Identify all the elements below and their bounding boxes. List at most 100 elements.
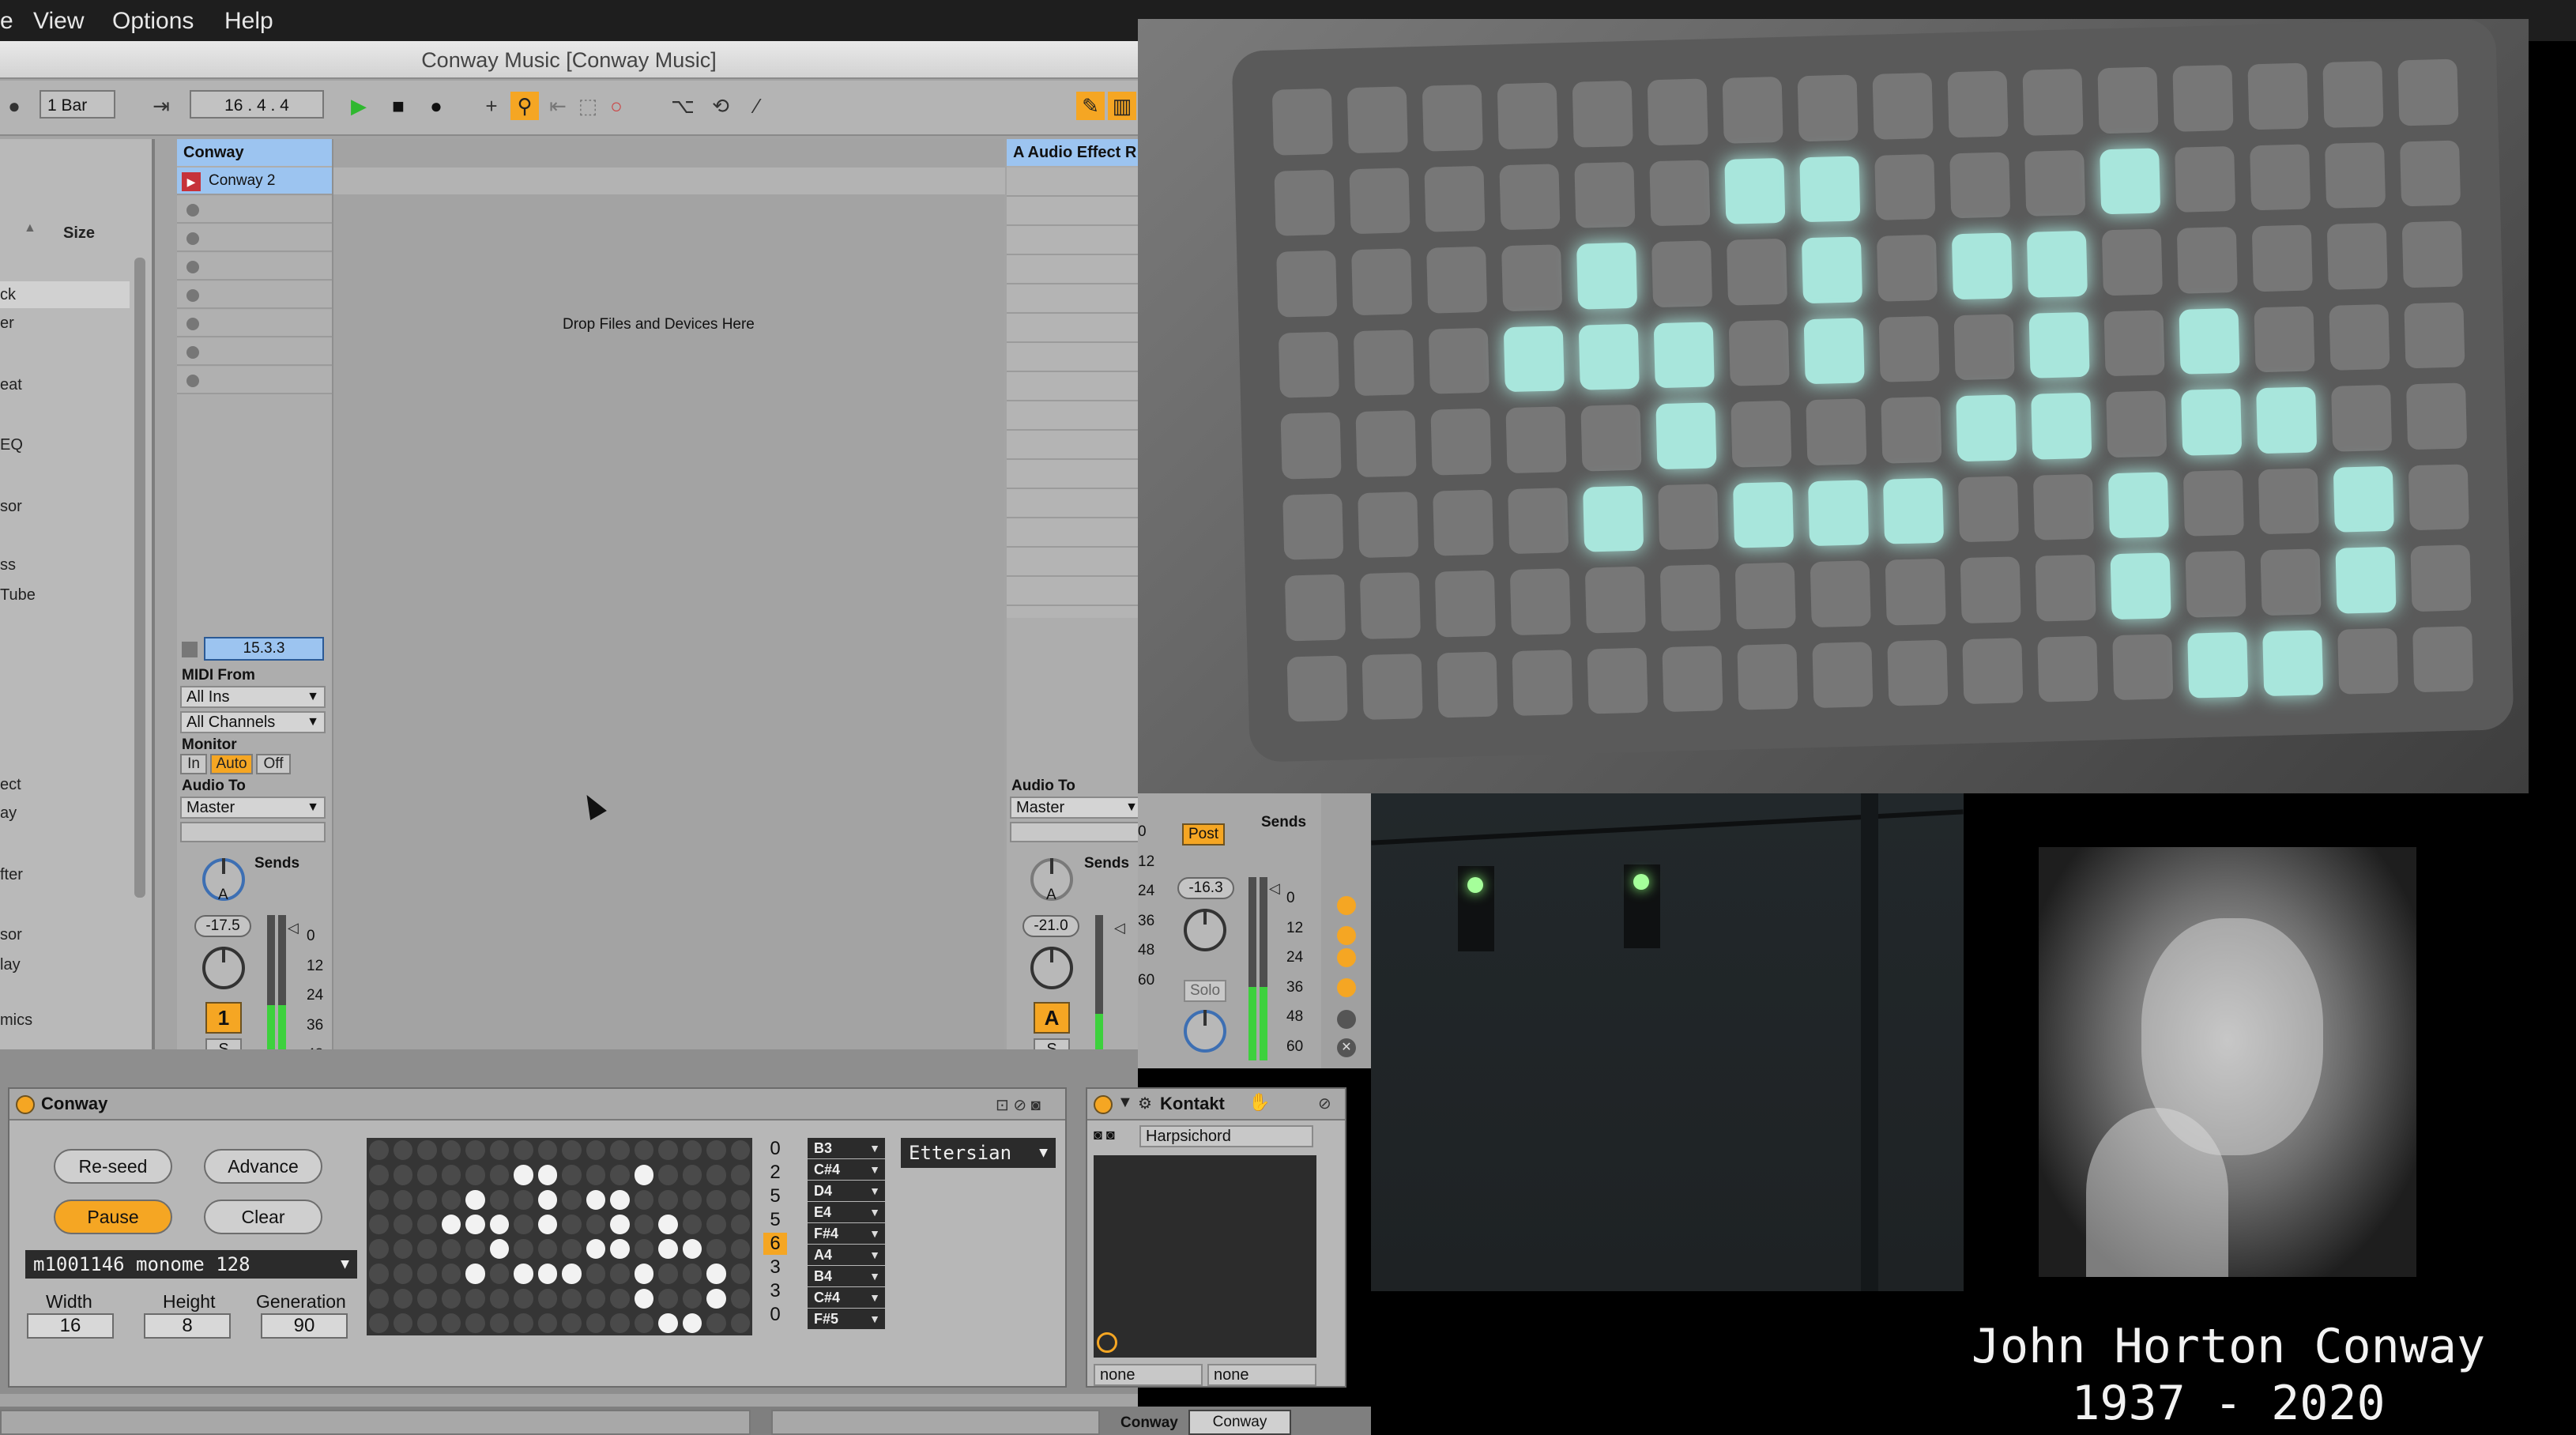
grid-cell[interactable] xyxy=(417,1189,437,1210)
output-select-2[interactable]: none xyxy=(1207,1364,1316,1386)
grid-cell[interactable] xyxy=(562,1189,582,1210)
io-toggle-icon[interactable] xyxy=(1337,896,1356,915)
audio-to-select[interactable]: Master xyxy=(180,797,326,819)
browser-item[interactable]: EQ xyxy=(0,436,23,454)
grid-cell[interactable] xyxy=(417,1264,437,1284)
grid-cell[interactable] xyxy=(706,1214,726,1234)
reseed-button[interactable]: Re-seed xyxy=(54,1149,172,1184)
grid-cell[interactable] xyxy=(417,1239,437,1260)
automation-arm-icon[interactable]: ⚲ xyxy=(510,92,539,120)
grid-cell[interactable] xyxy=(706,1239,726,1260)
clip-slot[interactable] xyxy=(177,253,332,281)
midi-channel-select[interactable]: All Channels xyxy=(180,711,326,733)
device-on-icon[interactable] xyxy=(16,1095,35,1114)
session-record-icon[interactable]: ○ xyxy=(602,92,631,120)
monitor-off[interactable]: Off xyxy=(256,754,291,774)
grid-cell[interactable] xyxy=(489,1140,509,1161)
grid-cell[interactable] xyxy=(658,1214,678,1234)
clip-stop-icon[interactable] xyxy=(186,204,199,217)
grid-cell[interactable] xyxy=(393,1189,412,1210)
width-field[interactable]: 16 xyxy=(27,1313,114,1339)
grid-cell[interactable] xyxy=(706,1189,726,1210)
grid-cell[interactable] xyxy=(441,1313,461,1333)
grid-cell[interactable] xyxy=(465,1140,485,1161)
grid-cell[interactable] xyxy=(369,1140,389,1161)
grid-cell[interactable] xyxy=(369,1165,389,1185)
clip-slot[interactable] xyxy=(177,310,332,337)
close-icon[interactable]: ✕ xyxy=(1337,1038,1356,1057)
grid-cell[interactable] xyxy=(586,1264,605,1284)
browser-item[interactable]: eat xyxy=(0,376,22,394)
sort-arrow-icon[interactable]: ▲ xyxy=(24,221,38,245)
volume-readout[interactable]: -17.5 xyxy=(194,915,251,937)
grid-cell[interactable] xyxy=(658,1288,678,1309)
clip-stop-icon[interactable] xyxy=(186,261,199,273)
grid-cell[interactable] xyxy=(417,1165,437,1185)
note-select[interactable]: E4 xyxy=(808,1202,885,1222)
grid-cell[interactable] xyxy=(706,1264,726,1284)
draw-mode-icon[interactable]: ✎ xyxy=(1076,92,1105,120)
clear-button[interactable]: Clear xyxy=(204,1200,322,1234)
grid-cell[interactable] xyxy=(634,1288,653,1309)
grid-cell[interactable] xyxy=(441,1140,461,1161)
preset-name[interactable]: Harpsichord xyxy=(1139,1125,1313,1147)
grid-cell[interactable] xyxy=(417,1214,437,1234)
grid-cell[interactable] xyxy=(682,1140,702,1161)
grid-cell[interactable] xyxy=(658,1189,678,1210)
grid-cell[interactable] xyxy=(658,1313,678,1333)
grid-cell[interactable] xyxy=(537,1239,557,1260)
volume-readout[interactable]: -16.3 xyxy=(1177,877,1234,899)
note-select[interactable]: C#4 xyxy=(808,1159,885,1180)
grid-cell[interactable] xyxy=(393,1264,412,1284)
grid-cell[interactable] xyxy=(610,1189,630,1210)
clip-stop-icon[interactable] xyxy=(186,318,199,330)
monitor-in[interactable]: In xyxy=(180,754,207,774)
grid-cell[interactable] xyxy=(562,1264,582,1284)
grid-cell[interactable] xyxy=(417,1140,437,1161)
grid-cell[interactable] xyxy=(562,1313,582,1333)
grid-cell[interactable] xyxy=(610,1214,630,1234)
grid-cell[interactable] xyxy=(682,1214,702,1234)
grid-cell[interactable] xyxy=(634,1140,653,1161)
advance-button[interactable]: Advance xyxy=(204,1149,322,1184)
browser-item[interactable]: ay xyxy=(0,804,17,823)
return-clip-slots[interactable] xyxy=(1007,168,1138,618)
grid-cell[interactable] xyxy=(465,1313,485,1333)
grid-cell[interactable] xyxy=(586,1239,605,1260)
grid-cell[interactable] xyxy=(634,1214,653,1234)
draw-curve-icon[interactable]: ⁄ xyxy=(743,92,771,120)
overdub-icon[interactable]: + xyxy=(477,92,506,120)
cue-volume-knob[interactable] xyxy=(1184,1010,1226,1053)
volume-readout[interactable]: -21.0 xyxy=(1022,915,1079,937)
grid-cell[interactable] xyxy=(706,1288,726,1309)
note-select[interactable]: D4 xyxy=(808,1181,885,1201)
grid-cell[interactable] xyxy=(393,1165,412,1185)
pause-button[interactable]: Pause xyxy=(54,1200,172,1234)
grid-cell[interactable] xyxy=(369,1264,389,1284)
midi-from-select[interactable]: All Ins xyxy=(180,686,326,708)
grid-cell[interactable] xyxy=(682,1264,702,1284)
grid-cell[interactable] xyxy=(610,1264,630,1284)
capture-icon[interactable]: ⬚ xyxy=(574,92,602,120)
grid-cell[interactable] xyxy=(682,1313,702,1333)
keyboard-icon[interactable]: ▥ xyxy=(1108,92,1136,120)
clip-stop-icon[interactable] xyxy=(186,346,199,359)
note-select[interactable]: F#5 xyxy=(808,1309,885,1329)
browser-item[interactable]: ss xyxy=(0,556,16,574)
stop-icon[interactable]: ■ xyxy=(384,92,412,120)
grid-cell[interactable] xyxy=(514,1140,533,1161)
returns-toggle-icon[interactable] xyxy=(1337,948,1356,967)
grid-cell[interactable] xyxy=(730,1189,750,1210)
drop-area[interactable]: Drop Files and Devices Here xyxy=(332,139,1005,1068)
grid-cell[interactable] xyxy=(658,1140,678,1161)
grid-cell[interactable] xyxy=(658,1165,678,1185)
pan-knob[interactable] xyxy=(1030,947,1073,989)
grid-cell[interactable] xyxy=(562,1288,582,1309)
grid-cell[interactable] xyxy=(465,1239,485,1260)
quantize-select[interactable]: 1 Bar xyxy=(40,90,115,119)
grid-cell[interactable] xyxy=(730,1288,750,1309)
grid-cell[interactable] xyxy=(634,1239,653,1260)
grid-cell[interactable] xyxy=(586,1313,605,1333)
clip-slot[interactable] xyxy=(177,367,332,394)
note-select[interactable]: F#4 xyxy=(808,1223,885,1244)
